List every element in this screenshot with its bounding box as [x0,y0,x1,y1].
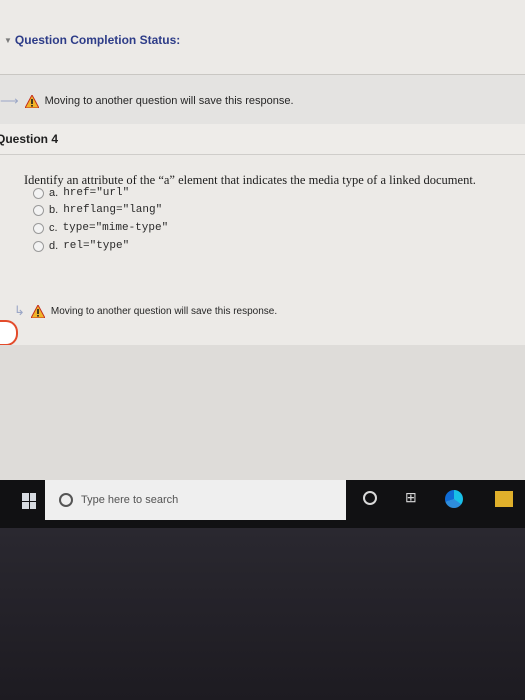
radio-button[interactable] [33,204,44,216]
desk-surface [0,528,525,700]
taskbar-search[interactable]: Type here to search [45,480,346,520]
question-completion-status[interactable]: ▼ Question Completion Status: [4,33,180,47]
radio-button[interactable] [33,187,44,199]
taskbar: Type here to search ⊞ [0,480,525,528]
status-bar: ▼ Question Completion Status: [0,0,525,75]
edge-icon[interactable] [445,490,463,508]
option-prefix: b. [49,204,59,216]
question-title: Question 4 [0,132,59,146]
option-prefix: c. [49,222,58,234]
status-label: Question Completion Status: [14,33,181,47]
notice-text: Moving to another question will save thi… [44,95,294,107]
task-view-icon[interactable]: ⊞ [405,490,420,504]
save-response-notice-top: ⟶ Moving to another question will save t… [0,93,294,109]
option-d[interactable]: d. rel="type" [33,240,129,252]
notice-text: Moving to another question will save thi… [50,305,278,317]
option-code: hreflang="lang" [63,204,163,216]
question-prompt: Identify an attribute of the “a” element… [24,173,476,187]
search-icon [59,493,73,507]
page-footer-space [0,345,525,480]
save-response-notice-bottom: ↳ Moving to another question will save t… [14,303,277,319]
triangle-down-icon: ▼ [4,35,12,45]
cortana-icon[interactable] [363,491,377,505]
browser-page: ▼ Question Completion Status: ⟶ Moving t… [0,0,525,480]
warning-icon [30,304,45,318]
forward-arrow-icon: ↳ [14,303,25,318]
file-explorer-icon[interactable] [495,491,513,507]
warning-icon [24,94,39,108]
option-a[interactable]: a. href="url" [33,187,129,199]
option-code: type="mime-type" [62,222,169,234]
option-c[interactable]: c. type="mime-type" [33,222,168,234]
option-code: rel="type" [63,240,130,252]
search-placeholder: Type here to search [81,494,179,506]
option-code: href="url" [63,187,130,199]
option-prefix: d. [49,240,59,252]
windows-start-icon[interactable] [22,493,36,509]
radio-button[interactable] [33,222,44,234]
question-header: Question 4 [0,124,525,155]
option-prefix: a. [49,187,59,199]
forward-arrow-icon: ⟶ [0,93,19,108]
radio-button[interactable] [33,240,44,252]
option-b[interactable]: b. hreflang="lang" [33,204,162,216]
